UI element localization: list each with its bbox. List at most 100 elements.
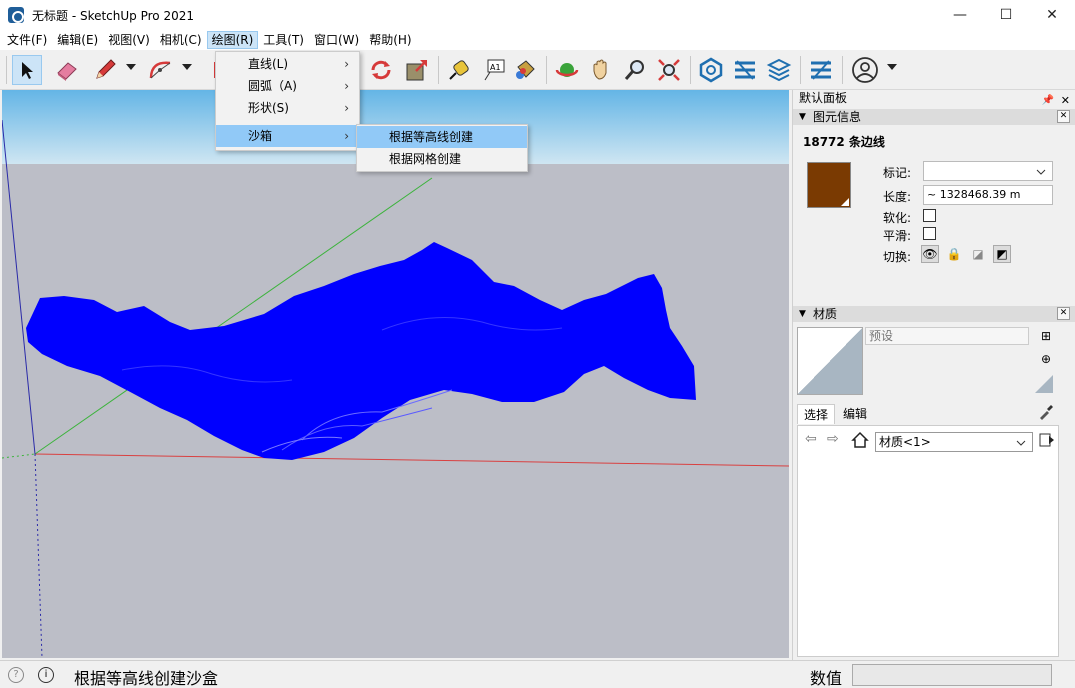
menu-window[interactable]: 窗口(W) (309, 31, 364, 49)
paint-bucket-button[interactable] (510, 55, 540, 85)
rotate-tool-button[interactable] (366, 55, 396, 85)
back-arrow-icon[interactable]: ⇦ (805, 431, 817, 447)
tag-label: 标记: (882, 166, 911, 180)
toolbar-separator (842, 56, 843, 84)
material-name-input[interactable]: 预设 (865, 327, 1029, 345)
maximize-button[interactable]: ☐ (983, 0, 1029, 30)
window-title: 无标题 - SketchUp Pro 2021 (32, 8, 194, 23)
pin-icon[interactable]: 📌 (1042, 92, 1054, 109)
submenu-arrow-icon: › (344, 101, 349, 115)
arc-tool-dropdown-icon[interactable] (182, 64, 192, 70)
menu-camera[interactable]: 相机(C) (155, 31, 207, 49)
rotate-icon (371, 60, 391, 80)
tag-select[interactable] (923, 161, 1053, 181)
minimize-button[interactable]: — (937, 0, 983, 30)
orbit-tool-button[interactable] (552, 55, 582, 85)
menu-item-from-scratch[interactable]: 根据网格创建 (357, 148, 527, 170)
visibility-eye-icon[interactable]: 👁 (921, 245, 939, 263)
green-axis-dotted (2, 453, 36, 459)
collapse-triangle-icon[interactable]: ▼ (799, 109, 806, 125)
collapse-triangle-icon[interactable]: ▼ (799, 306, 806, 322)
select-tool-button[interactable] (12, 55, 42, 85)
tray-title-text: 默认面板 (799, 91, 848, 105)
eraser-icon (57, 62, 77, 81)
create-material-icon[interactable]: ⊞ (1037, 327, 1055, 345)
blue-axis-line (2, 119, 36, 455)
entity-info-header[interactable]: ▼ 图元信息 ✕ (793, 109, 1075, 125)
eraser-tool-button[interactable] (52, 55, 82, 85)
close-button[interactable]: ✕ (1029, 0, 1075, 30)
toolbar-separator (690, 56, 691, 84)
length-field[interactable]: ~ 1328468.39 m (923, 185, 1053, 205)
home-icon[interactable] (851, 431, 869, 449)
text-tool-button[interactable]: A1 (478, 55, 508, 85)
section-close-icon[interactable]: ✕ (1057, 307, 1070, 320)
status-bar: ? i 根据等高线创建沙盒 数值 (0, 660, 1075, 688)
tape-measure-button[interactable] (444, 55, 474, 85)
pan-tool-button[interactable] (586, 55, 616, 85)
text-label-icon: A1 (484, 59, 505, 81)
smooth-checkbox[interactable] (923, 227, 936, 240)
warehouse-button[interactable] (696, 55, 726, 85)
menu-draw[interactable]: 绘图(R) (206, 31, 259, 49)
menu-item-arc[interactable]: 圆弧（A) › (216, 75, 359, 97)
details-menu-icon[interactable] (1039, 432, 1055, 448)
user-avatar-icon (852, 57, 878, 83)
material-collection-select[interactable]: 材质<1> (875, 432, 1033, 452)
extension-manager-button[interactable] (806, 55, 836, 85)
default-tray: 默认面板 📌 ✕ ▼ 图元信息 ✕ 18772 条边线 标记: 长度: ~ 13… (792, 90, 1075, 660)
account-dropdown-icon[interactable] (887, 64, 897, 70)
measurements-input[interactable] (852, 664, 1052, 686)
extension-warehouse-icon (735, 60, 755, 80)
length-label: 长度: (882, 190, 911, 204)
red-axis-line (34, 453, 789, 467)
eyedropper-icon[interactable] (1037, 403, 1055, 421)
instructor-info-icon[interactable]: i (38, 667, 54, 683)
scale-tool-button[interactable] (402, 55, 432, 85)
arc-icon (149, 61, 171, 79)
menu-file[interactable]: 文件(F) (2, 31, 52, 49)
line-tool-dropdown-icon[interactable] (126, 64, 136, 70)
menu-item-shapes[interactable]: 形状(S) › (216, 97, 359, 119)
scene-canvas (2, 119, 789, 658)
forward-arrow-icon[interactable]: ⇨ (827, 431, 839, 447)
extension-warehouse-button[interactable] (730, 55, 760, 85)
tab-select[interactable]: 选择 (797, 404, 836, 424)
receive-shadow-icon[interactable]: ◩ (993, 245, 1011, 263)
main-toolbar: A1 (0, 50, 1075, 90)
model-viewport[interactable] (2, 90, 789, 658)
draw-menu-dropdown: 直线(L) › 圆弧（A) › 形状(S) › 沙箱 › (215, 51, 360, 151)
materials-header[interactable]: ▼ 材质 ✕ (793, 306, 1075, 322)
menu-view[interactable]: 视图(V) (103, 31, 155, 49)
measurements-label: 数值 (810, 669, 843, 688)
zoom-tool-button[interactable] (620, 55, 650, 85)
tray-close-icon[interactable]: ✕ (1061, 92, 1070, 109)
geolocation-icon[interactable]: ? (8, 667, 24, 683)
line-tool-button[interactable] (90, 55, 120, 85)
terrain-mesh (26, 242, 696, 460)
default-material-icon[interactable] (1033, 373, 1055, 395)
menu-edit[interactable]: 编辑(E) (52, 31, 103, 49)
layout-button[interactable] (764, 55, 794, 85)
magnifier-icon (624, 60, 644, 80)
sample-material-icon[interactable]: ⊕ (1037, 350, 1055, 368)
menu-item-sandbox[interactable]: 沙箱 › (216, 125, 359, 147)
hand-pan-icon (593, 59, 607, 80)
menu-help[interactable]: 帮助(H) (364, 31, 416, 49)
menu-item-line[interactable]: 直线(L) › (216, 53, 359, 75)
zoom-extents-button[interactable] (654, 55, 684, 85)
lock-icon[interactable]: 🔒 (945, 245, 963, 263)
arc-tool-button[interactable] (146, 55, 176, 85)
cast-shadow-icon[interactable]: ◪ (969, 245, 987, 263)
soften-checkbox[interactable] (923, 209, 936, 222)
menu-bar: 文件(F) 编辑(E) 视图(V) 相机(C) 绘图(R) 工具(T) 窗口(W… (0, 30, 1075, 50)
account-button[interactable] (850, 55, 880, 85)
material-swatch[interactable] (807, 162, 851, 208)
tab-edit[interactable]: 编辑 (837, 404, 873, 424)
section-close-icon[interactable]: ✕ (1057, 110, 1070, 123)
pencil-icon (96, 59, 116, 79)
material-preview (797, 327, 863, 395)
menu-item-from-contours[interactable]: 根据等高线创建 (357, 126, 527, 148)
menu-tools[interactable]: 工具(T) (258, 31, 309, 49)
chevron-down-icon (1016, 440, 1026, 446)
